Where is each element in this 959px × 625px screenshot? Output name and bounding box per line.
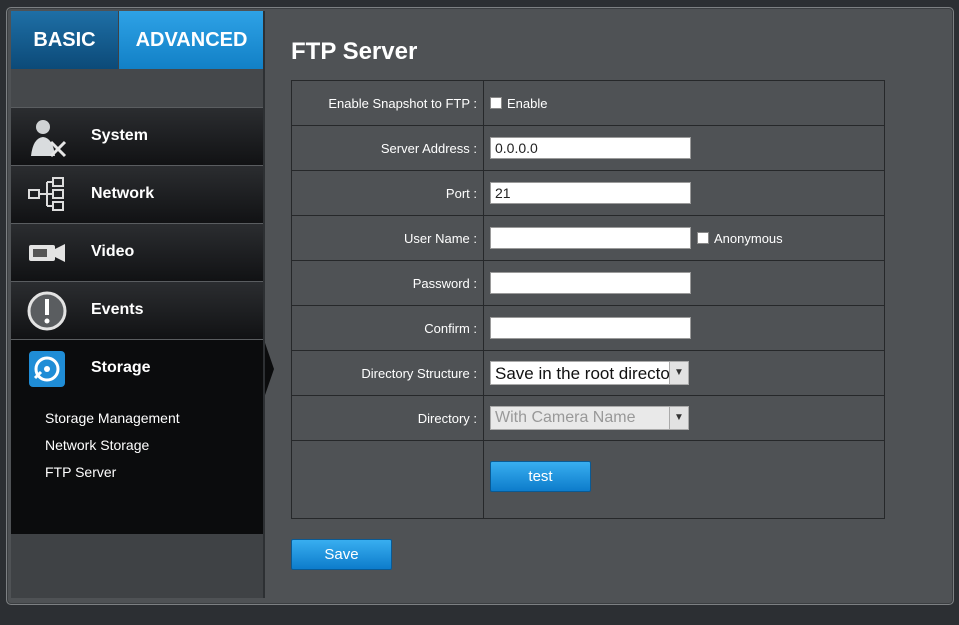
- port-label: Port :: [291, 170, 484, 216]
- tab-band: [11, 69, 264, 107]
- sidebar-item-network[interactable]: Network: [11, 165, 264, 223]
- password-label: Password :: [291, 260, 484, 306]
- tab-basic[interactable]: BASIC: [11, 11, 118, 69]
- confirm-label: Confirm :: [291, 305, 484, 351]
- user-name-label: User Name :: [291, 215, 484, 261]
- test-button[interactable]: test: [490, 461, 591, 492]
- submenu-storage-management[interactable]: Storage Management: [11, 405, 264, 432]
- ftp-settings-form: Enable Snapshot to FTP : Enable Server A…: [291, 80, 885, 519]
- form-row-confirm: Confirm :: [291, 305, 885, 351]
- sidebar: BASIC ADVANCED System Network Video Even…: [11, 11, 274, 598]
- dropdown-arrow-icon[interactable]: ▼: [669, 362, 688, 384]
- server-address-input[interactable]: [490, 137, 691, 159]
- password-input[interactable]: [490, 272, 691, 294]
- save-button[interactable]: Save: [291, 539, 392, 570]
- tab-advanced[interactable]: ADVANCED: [119, 11, 264, 69]
- alert-icon: [27, 291, 67, 331]
- sidebar-item-system[interactable]: System: [11, 107, 264, 165]
- storage-icon: [29, 351, 65, 387]
- submenu-ftp-server[interactable]: FTP Server: [11, 459, 264, 486]
- form-row-enable: Enable Snapshot to FTP : Enable: [291, 80, 885, 126]
- enable-checkbox-label: Enable: [507, 95, 548, 111]
- active-indicator: [264, 340, 274, 398]
- anonymous-label: Anonymous: [714, 230, 783, 246]
- sidebar-divider: [263, 11, 265, 598]
- sidebar-item-label: Events: [91, 301, 144, 318]
- user-name-input[interactable]: [490, 227, 691, 249]
- form-row-user: User Name : Anonymous: [291, 215, 885, 261]
- form-row-port: Port :: [291, 170, 885, 216]
- form-row-server: Server Address :: [291, 125, 885, 171]
- sidebar-item-storage[interactable]: Storage: [11, 339, 274, 398]
- directory-select[interactable]: With Camera Name ▼: [490, 406, 689, 430]
- server-address-label: Server Address :: [291, 125, 484, 171]
- sidebar-item-label: System: [91, 127, 148, 144]
- form-row-directory-structure: Directory Structure : Save in the root d…: [291, 350, 885, 396]
- network-icon: [28, 177, 64, 211]
- form-row-directory: Directory : With Camera Name ▼: [291, 395, 885, 441]
- directory-label: Directory :: [291, 395, 484, 441]
- video-camera-icon: [29, 244, 65, 262]
- sidebar-item-label: Network: [91, 185, 155, 202]
- system-icon: [31, 120, 67, 158]
- sidebar-item-video[interactable]: Video: [11, 223, 264, 281]
- enable-checkbox[interactable]: Enable: [490, 96, 884, 111]
- port-input[interactable]: [490, 182, 691, 204]
- confirm-input[interactable]: [490, 317, 691, 339]
- directory-value: With Camera Name: [495, 409, 636, 426]
- directory-structure-label: Directory Structure :: [291, 350, 484, 396]
- directory-structure-select[interactable]: Save in the root directory ▼: [490, 361, 689, 385]
- storage-submenu: Storage Management Network Storage FTP S…: [11, 397, 264, 534]
- sidebar-item-label: Storage: [91, 359, 151, 376]
- sidebar-menu: System Network Video Events Storage Stor…: [11, 107, 274, 534]
- sidebar-item-label: Video: [91, 243, 135, 260]
- enable-checkbox-box[interactable]: [490, 97, 502, 109]
- directory-structure-value: Save in the root directory: [495, 364, 684, 383]
- sidebar-item-events[interactable]: Events: [11, 281, 264, 339]
- mode-tabs: BASIC ADVANCED: [11, 11, 264, 69]
- page-title: FTP Server: [291, 38, 418, 65]
- form-row-password: Password :: [291, 260, 885, 306]
- dropdown-arrow-icon[interactable]: ▼: [669, 407, 688, 429]
- form-row-test: test: [291, 440, 885, 519]
- submenu-network-storage[interactable]: Network Storage: [11, 432, 264, 459]
- anonymous-checkbox[interactable]: [697, 232, 709, 244]
- enable-label: Enable Snapshot to FTP :: [291, 80, 484, 126]
